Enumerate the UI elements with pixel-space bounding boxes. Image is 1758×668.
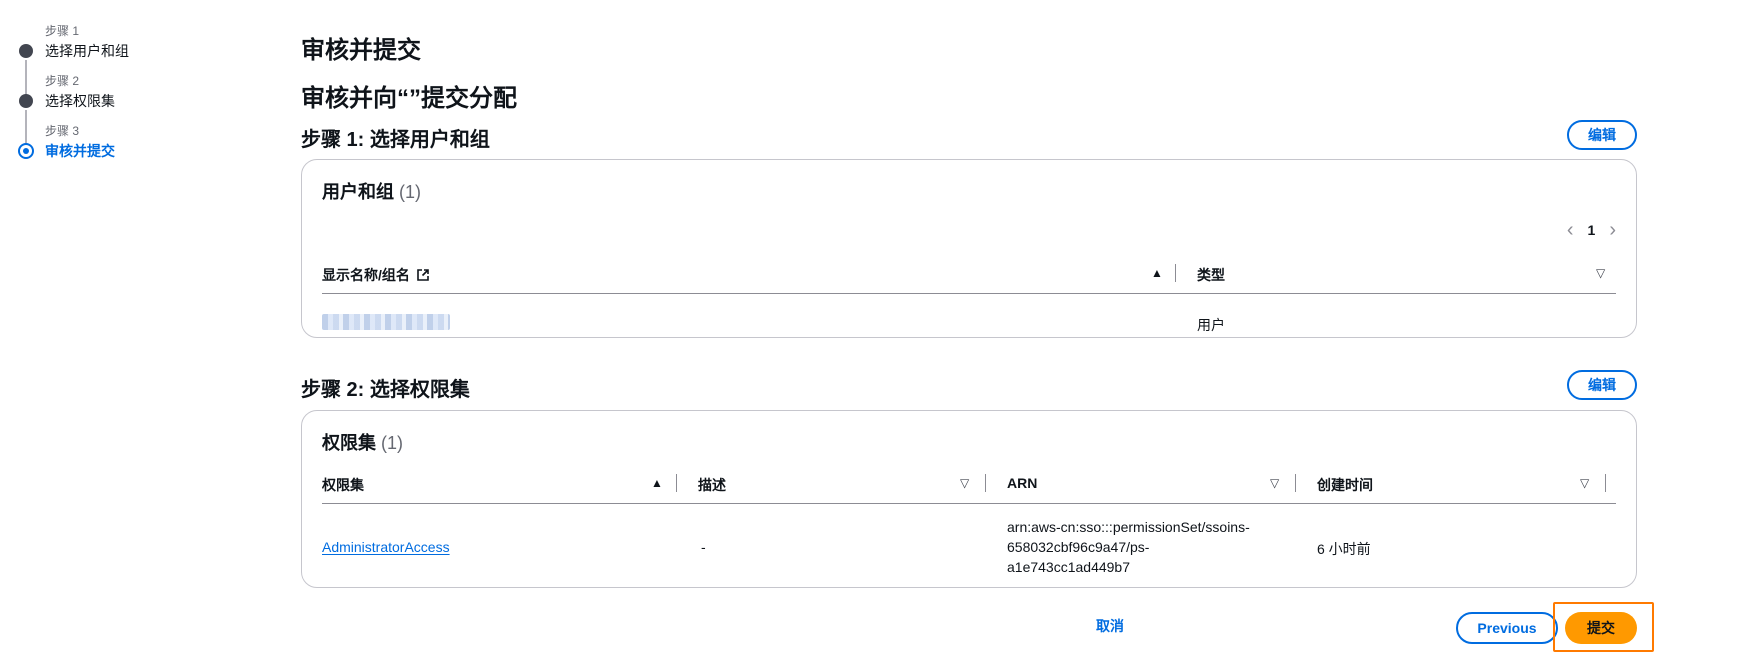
arn-line: a1e743cc1ad449b7 [1007,559,1131,575]
column-header-description[interactable]: 描述 [698,475,726,495]
panel-count: (1) [399,182,422,202]
section2-title: 步骤 2: 选择权限集 [301,379,470,401]
step-label[interactable]: 选择用户和组 [45,41,129,61]
wizard-step-2[interactable]: 步骤 2 选择权限集 [16,70,266,146]
panel-title: 用户和组 (1) [322,178,421,204]
section1-title: 步骤 1: 选择用户和组 [301,129,490,151]
column-header-name[interactable]: 显示名称/组名 [322,265,430,285]
arn-line: 658032cbf96c9a47/ps- [1007,539,1150,555]
wizard-step-1[interactable]: 步骤 1 选择用户和组 [16,20,266,96]
sort-icon[interactable]: ▽ [1596,266,1605,280]
cancel-button[interactable]: 取消 [1096,616,1124,636]
redacted-user-name-link[interactable] [322,314,450,330]
step-label[interactable]: 选择权限集 [45,91,115,111]
step-complete-dot-icon [19,94,33,108]
column-header-permission-set[interactable]: 权限集 [322,475,364,495]
step-label: 审核并提交 [45,143,115,159]
sort-ascending-icon[interactable]: ▲ [651,476,663,490]
table-header-divider [322,503,1616,504]
user-type-cell: 用户 [1197,317,1225,333]
step-number: 步骤 3 [45,124,80,138]
panel-title: 权限集 (1) [322,429,403,455]
page-subtitle: 审核并向“”提交分配 [301,85,517,112]
column-header-label: 显示名称/组名 [322,267,410,283]
table-header-divider [322,293,1616,294]
edit-permission-sets-button[interactable]: 编辑 [1567,370,1637,400]
pagination: ‹ 1 › [1567,220,1616,240]
step-current-dot-icon [18,143,34,159]
column-header-created[interactable]: 创建时间 [1317,475,1373,495]
previous-button[interactable]: Previous [1456,612,1558,644]
submit-highlight-frame: 提交 [1553,602,1654,652]
users-groups-panel: 用户和组 (1) ‹ 1 › 显示名称/组名 ▲ 类型 ▽ 用户 [301,159,1637,338]
external-link-icon [416,268,430,285]
column-header-type[interactable]: 类型 [1197,265,1225,285]
description-cell: - [701,539,706,555]
chevron-left-icon[interactable]: ‹ [1567,220,1574,240]
page-title: 审核并提交 [301,37,421,64]
chevron-right-icon[interactable]: › [1609,220,1616,240]
step-number: 步骤 1 [45,24,80,38]
sort-icon[interactable]: ▽ [1270,476,1279,490]
submit-button[interactable]: 提交 [1565,612,1637,644]
sort-ascending-icon[interactable]: ▲ [1151,266,1163,280]
column-divider[interactable] [676,474,677,492]
panel-count: (1) [381,433,404,453]
wizard-steps: 步骤 1 选择用户和组 步骤 2 选择权限集 步骤 3 审核并提交 [16,20,266,176]
permission-set-link[interactable]: AdministratorAccess [322,539,450,555]
column-divider[interactable] [985,474,986,492]
wizard-step-3: 步骤 3 审核并提交 [16,120,266,176]
column-divider[interactable] [1605,474,1606,492]
panel-title-text: 权限集 [322,433,376,453]
column-divider[interactable] [1175,264,1176,282]
edit-users-button[interactable]: 编辑 [1567,120,1637,150]
step-number: 步骤 2 [45,74,80,88]
created-time-cell: 6 小时前 [1317,541,1371,557]
page-number[interactable]: 1 [1588,222,1596,238]
permission-sets-panel: 权限集 (1) 权限集 ▲ 描述 ▽ ARN ▽ 创建时间 ▽ Administ… [301,410,1637,588]
arn-cell: arn:aws-cn:sso:::permissionSet/ssoins- 6… [1007,517,1287,577]
step-complete-dot-icon [19,44,33,58]
column-header-arn[interactable]: ARN [1007,475,1037,491]
sort-icon[interactable]: ▽ [960,476,969,490]
panel-title-text: 用户和组 [322,182,394,202]
arn-line: arn:aws-cn:sso:::permissionSet/ssoins- [1007,519,1250,535]
sort-icon[interactable]: ▽ [1580,476,1589,490]
column-divider[interactable] [1295,474,1296,492]
